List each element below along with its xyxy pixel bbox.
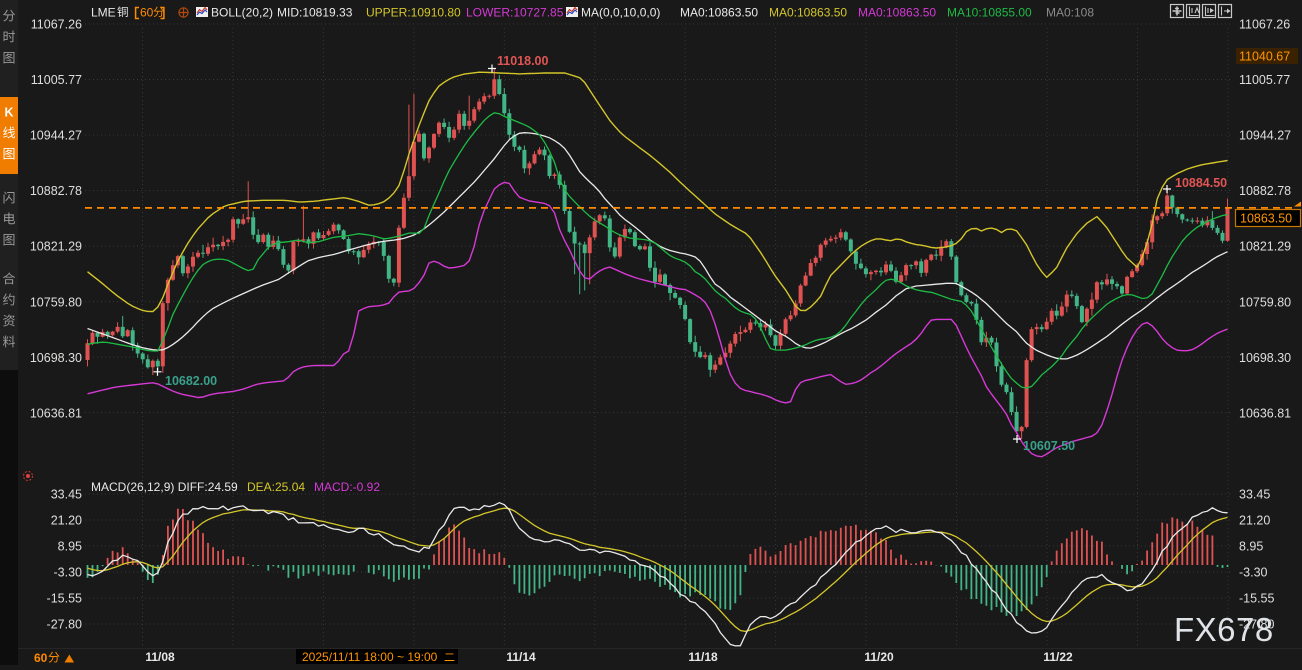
svg-text:UPPER:10910.80: UPPER:10910.80 <box>366 6 461 20</box>
svg-text:-3.30: -3.30 <box>1239 566 1268 580</box>
svg-text:10944.27: 10944.27 <box>1239 129 1291 143</box>
svg-text:21.20: 21.20 <box>1239 514 1270 528</box>
svg-text:K: K <box>4 106 13 120</box>
svg-text:MA10:10855.00: MA10:10855.00 <box>947 6 1032 20</box>
svg-text:MA0:10863.50: MA0:10863.50 <box>858 6 936 20</box>
svg-text:10759.80: 10759.80 <box>1239 295 1291 309</box>
svg-text:10636.81: 10636.81 <box>30 406 82 420</box>
svg-text:10863.50: 10863.50 <box>1240 212 1292 226</box>
svg-text:21.20: 21.20 <box>51 514 82 528</box>
svg-text:60: 60 <box>140 6 154 20</box>
svg-text:10682.00: 10682.00 <box>165 374 217 388</box>
svg-text:MACD(26,12,9) DIFF:24.59: MACD(26,12,9) DIFF:24.59 <box>91 480 238 494</box>
svg-text:10698.30: 10698.30 <box>30 351 82 365</box>
svg-text:11/14: 11/14 <box>506 650 536 664</box>
svg-text:-15.55: -15.55 <box>47 592 82 606</box>
svg-text:10698.30: 10698.30 <box>1239 351 1291 365</box>
svg-text:MA0:10863.50: MA0:10863.50 <box>769 6 847 20</box>
svg-text:DEA:25.04: DEA:25.04 <box>247 480 305 494</box>
svg-text:LOWER:10727.85: LOWER:10727.85 <box>466 6 564 20</box>
svg-text:11/08: 11/08 <box>145 650 175 664</box>
svg-text:-3.30: -3.30 <box>54 566 83 580</box>
svg-text:2025/11/11 18:00 ~ 19:00: 2025/11/11 18:00 ~ 19:00 <box>302 650 438 664</box>
svg-text:LME: LME <box>91 6 116 20</box>
svg-text:10944.27: 10944.27 <box>30 129 82 143</box>
svg-text:8.95: 8.95 <box>58 540 82 554</box>
svg-text:10821.29: 10821.29 <box>1239 240 1291 254</box>
svg-text:10882.78: 10882.78 <box>30 184 82 198</box>
svg-text:MA0:10863.50: MA0:10863.50 <box>680 6 758 20</box>
svg-text:11040.67: 11040.67 <box>1239 50 1290 64</box>
svg-text:-15.55: -15.55 <box>1239 592 1274 606</box>
svg-text:8.95: 8.95 <box>1239 540 1263 554</box>
svg-text:10882.78: 10882.78 <box>1239 184 1291 198</box>
svg-text:BOLL(20,2): BOLL(20,2) <box>211 6 273 20</box>
svg-text:11005.77: 11005.77 <box>31 73 82 87</box>
svg-text:MACD:-0.92: MACD:-0.92 <box>314 480 380 494</box>
svg-text:33.45: 33.45 <box>1239 488 1270 502</box>
svg-text:11067.26: 11067.26 <box>1239 18 1290 32</box>
svg-text:11/18: 11/18 <box>688 650 718 664</box>
svg-text:11/22: 11/22 <box>1043 650 1073 664</box>
svg-text:10607.50: 10607.50 <box>1023 439 1075 453</box>
svg-text:60: 60 <box>34 651 48 665</box>
svg-text:11/20: 11/20 <box>864 650 894 664</box>
svg-text:MA0:108: MA0:108 <box>1046 6 1094 20</box>
svg-text:11067.26: 11067.26 <box>31 18 82 32</box>
svg-text:11018.00: 11018.00 <box>497 54 548 68</box>
svg-text:10821.29: 10821.29 <box>30 240 82 254</box>
svg-text:33.45: 33.45 <box>51 488 82 502</box>
svg-text:MA(0,0,10,0,0): MA(0,0,10,0,0) <box>581 6 660 20</box>
svg-text:10636.81: 10636.81 <box>1239 406 1291 420</box>
svg-text:10759.80: 10759.80 <box>30 295 82 309</box>
svg-text:11005.77: 11005.77 <box>1239 73 1290 87</box>
svg-text:-27.80: -27.80 <box>47 618 82 632</box>
svg-text:10884.50: 10884.50 <box>1175 176 1227 190</box>
svg-text:MID:10819.33: MID:10819.33 <box>277 6 353 20</box>
svg-text:FX678: FX678 <box>1174 611 1274 648</box>
